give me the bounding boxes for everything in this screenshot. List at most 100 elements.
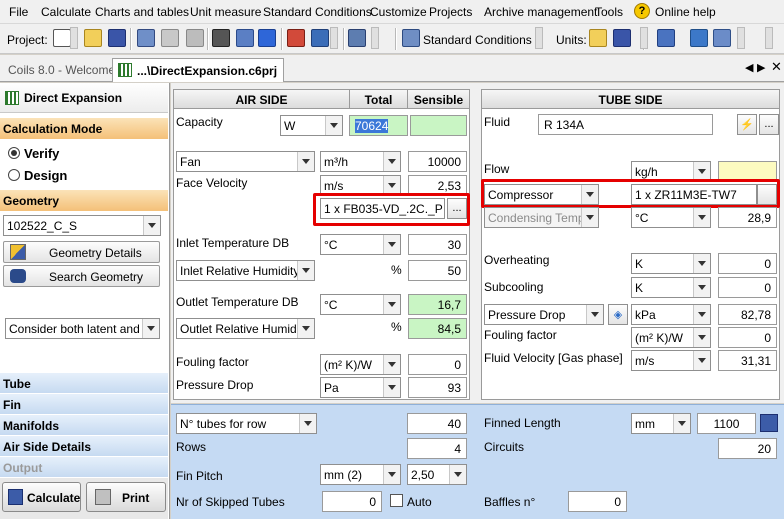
tools-icon[interactable] xyxy=(287,29,305,47)
toolbar-dropdown-handle[interactable] xyxy=(535,27,543,49)
units-open-icon[interactable] xyxy=(589,29,607,47)
menu-standard-conditions[interactable]: Standard Conditions xyxy=(263,5,372,19)
toolbar-dropdown-handle[interactable] xyxy=(640,27,648,49)
subcooling-unit-select[interactable]: K xyxy=(631,277,711,298)
finned-length-field[interactable]: 1100 xyxy=(697,413,756,434)
circuits-field[interactable]: 20 xyxy=(718,438,777,459)
standard-conditions-icon[interactable] xyxy=(402,29,420,47)
capacity-total-field[interactable]: 70624 xyxy=(349,115,408,136)
list-icon[interactable] xyxy=(212,29,230,47)
tab-welcome[interactable]: Coils 8.0 - Welcome! xyxy=(2,58,124,82)
design-label[interactable]: Design xyxy=(24,168,67,183)
pressure-drop-select[interactable]: Pressure Drop xyxy=(484,304,604,325)
tab-scroll-right-icon[interactable]: ▶ xyxy=(757,61,765,74)
import-icon[interactable] xyxy=(713,29,731,47)
condensing-unit-select[interactable]: °C xyxy=(631,207,711,228)
overheating-field[interactable]: 0 xyxy=(718,253,777,274)
menu-online-help[interactable]: Online help xyxy=(655,5,716,19)
close-tab-icon[interactable]: ✕ xyxy=(771,59,782,75)
finned-length-unit-select[interactable]: mm xyxy=(631,413,691,434)
baffles-field[interactable]: 0 xyxy=(568,491,627,512)
fluid-velocity-unit-select[interactable]: m/s xyxy=(631,350,711,371)
fouling-unit-select[interactable]: (m² K)/W xyxy=(320,354,401,375)
toolbar-dropdown-handle[interactable] xyxy=(737,27,745,49)
geometry-header[interactable]: Geometry xyxy=(0,190,168,211)
rows-field[interactable]: 4 xyxy=(407,438,467,459)
tab-direct-expansion[interactable]: ...\DirectExpansion.c6prj xyxy=(112,58,285,82)
overheating-unit-select[interactable]: K xyxy=(631,253,711,274)
output-section[interactable]: Output xyxy=(0,457,168,478)
menu-tools[interactable]: Tools xyxy=(595,5,623,19)
toolbar-dropdown-handle[interactable] xyxy=(765,27,773,49)
outlet-rh-field[interactable]: 84,5 xyxy=(408,318,467,339)
fluid-velocity-field[interactable]: 31,31 xyxy=(718,350,777,371)
chart-icon[interactable] xyxy=(311,29,329,47)
menu-customize[interactable]: Customize xyxy=(370,5,427,19)
diamond-icon[interactable]: ◈ xyxy=(608,304,628,325)
menu-calculate[interactable]: Calculate xyxy=(41,5,91,19)
calculation-mode-header[interactable]: Calculation Mode xyxy=(0,118,168,139)
print-icon[interactable] xyxy=(161,29,179,47)
fan-icon[interactable] xyxy=(236,29,254,47)
tube-fouling-field[interactable]: 0 xyxy=(718,327,777,348)
skipped-tubes-field[interactable]: 0 xyxy=(322,491,382,512)
butterfly-icon[interactable] xyxy=(258,29,276,47)
fluid-lightning-button[interactable]: ⚡ xyxy=(737,114,757,135)
condensing-temp-field[interactable]: 28,9 xyxy=(718,207,777,228)
latent-option-select[interactable]: Consider both latent and se xyxy=(5,318,160,339)
help-icon[interactable]: ? xyxy=(634,3,650,19)
tube-section[interactable]: Tube xyxy=(0,373,168,394)
pressure-unit-select[interactable]: Pa xyxy=(320,377,401,398)
subcooling-field[interactable]: 0 xyxy=(718,277,777,298)
settings-icon[interactable] xyxy=(657,29,675,47)
inlet-temp-field[interactable]: 30 xyxy=(408,234,467,255)
export-icon[interactable] xyxy=(690,29,708,47)
search-geometry-button[interactable]: Search Geometry xyxy=(3,265,160,287)
calculate-button[interactable]: Calculate xyxy=(2,482,81,512)
copy-icon[interactable] xyxy=(186,29,204,47)
toolbar-dropdown-handle[interactable] xyxy=(371,27,379,49)
fluid-field[interactable]: R 134A xyxy=(538,114,713,135)
fan-select[interactable]: Fan xyxy=(176,151,315,172)
tube-pressure-field[interactable]: 82,78 xyxy=(718,304,777,325)
verify-label[interactable]: Verify xyxy=(24,146,59,161)
fin-pitch-select[interactable]: 2,50 xyxy=(407,464,467,485)
air-side-details-section[interactable]: Air Side Details xyxy=(0,436,168,457)
save-icon[interactable] xyxy=(108,29,126,47)
menu-charts[interactable]: Charts and tables xyxy=(95,5,189,19)
menu-archive[interactable]: Archive management xyxy=(484,5,597,19)
menu-file[interactable]: File xyxy=(9,5,28,19)
units-save-icon[interactable] xyxy=(613,29,631,47)
tube-fouling-unit-select[interactable]: (m² K)/W xyxy=(631,327,711,348)
new-document-icon[interactable] xyxy=(53,29,71,47)
toolbar-dropdown-handle[interactable] xyxy=(70,27,78,49)
menu-unit-measure[interactable]: Unit measure xyxy=(190,5,261,19)
pressure-field[interactable]: 93 xyxy=(408,377,467,398)
fluid-browse-button[interactable]: ... xyxy=(759,114,779,135)
tab-scroll-left-icon[interactable]: ◀ xyxy=(745,61,753,74)
toolbar-dropdown-handle[interactable] xyxy=(330,27,338,49)
capacity-unit-select[interactable]: W xyxy=(280,115,343,136)
inlet-rh-select[interactable]: Inlet Relative Humidity xyxy=(176,260,315,281)
manifolds-section[interactable]: Manifolds xyxy=(0,415,168,436)
geometry-select[interactable]: 102522_C_S xyxy=(3,215,161,236)
calculator-icon[interactable] xyxy=(760,414,778,432)
outlet-rh-select[interactable]: Outlet Relative Humidity xyxy=(176,318,315,339)
fin-pitch-unit-select[interactable]: mm (2) xyxy=(320,464,401,485)
fouling-field[interactable]: 0 xyxy=(408,354,467,375)
calculator-icon[interactable] xyxy=(137,29,155,47)
print-button[interactable]: Print xyxy=(86,482,166,512)
open-folder-icon[interactable] xyxy=(84,29,102,47)
fin-section[interactable]: Fin xyxy=(0,394,168,415)
auto-checkbox[interactable] xyxy=(390,494,403,507)
inlet-rh-field[interactable]: 50 xyxy=(408,260,467,281)
tubes-for-row-select[interactable]: N° tubes for row xyxy=(176,413,317,434)
outlet-temp-unit-select[interactable]: °C xyxy=(320,294,401,315)
condensing-temp-select[interactable]: Condensing Temp. xyxy=(484,207,599,228)
outlet-temp-field[interactable]: 16,7 xyxy=(408,294,467,315)
fan-flow-field[interactable]: 10000 xyxy=(408,151,467,172)
capacity-sensible-field[interactable] xyxy=(410,115,467,136)
edit-chart-icon[interactable] xyxy=(348,29,366,47)
verify-radio[interactable] xyxy=(8,147,20,159)
standard-conditions-dropdown[interactable]: Standard Conditions xyxy=(423,33,532,47)
